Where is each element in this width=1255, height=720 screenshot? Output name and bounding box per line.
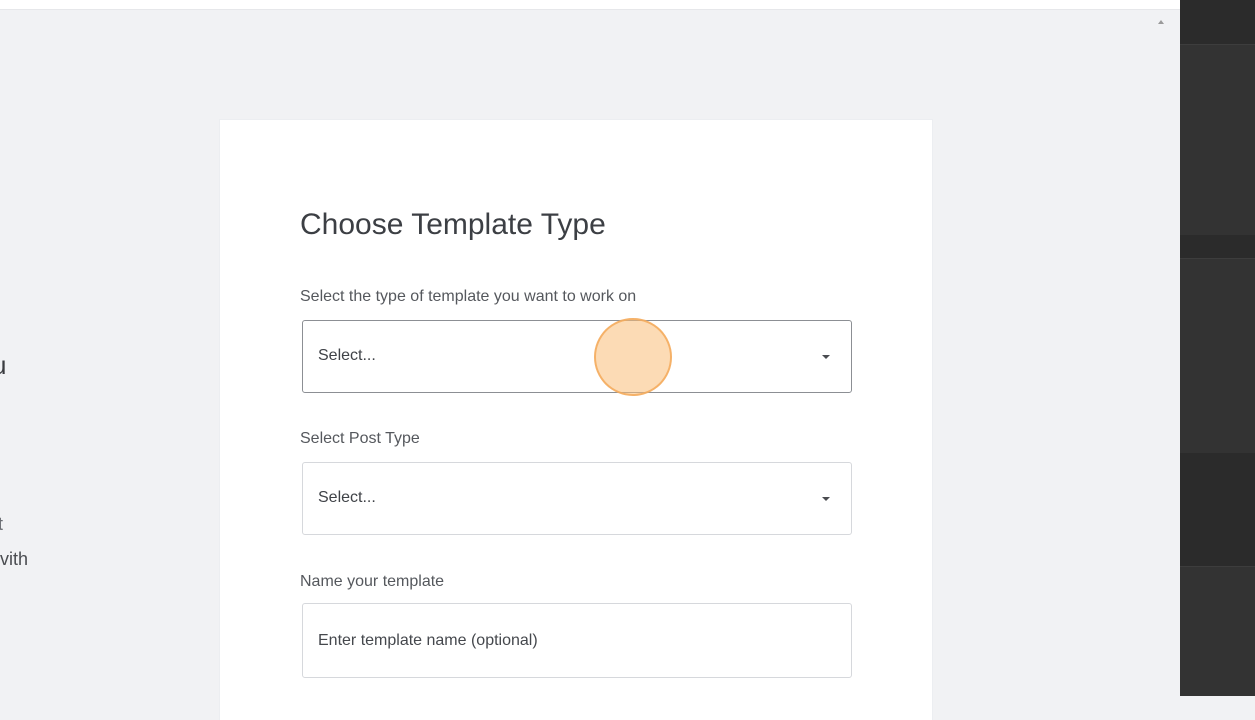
template-name-label: Name your template xyxy=(300,573,445,590)
post-type-select[interactable]: Select... xyxy=(302,462,852,535)
chevron-down-icon xyxy=(822,355,830,359)
template-name-input[interactable]: Enter template name (optional) xyxy=(302,603,852,678)
chevron-down-icon xyxy=(822,497,830,501)
background-heading-fragment: u xyxy=(0,350,6,381)
template-type-select[interactable]: Select... xyxy=(302,320,852,393)
top-bar xyxy=(0,0,1180,10)
background-text-fragment: t xyxy=(0,514,4,534)
template-name-placeholder: Enter template name (optional) xyxy=(318,632,538,649)
background-text-fragment: vith xyxy=(0,549,29,569)
scroll-up-icon[interactable] xyxy=(1158,20,1164,24)
post-type-selected-value: Select... xyxy=(318,489,376,506)
right-side-panel xyxy=(1180,0,1255,696)
choose-template-dialog: Choose Template Type Select the type of … xyxy=(220,120,932,720)
side-panel-section xyxy=(1180,258,1255,453)
dialog-title: Choose Template Type xyxy=(300,208,606,241)
template-type-label: Select the type of template you want to … xyxy=(300,288,637,305)
template-type-selected-value: Select... xyxy=(318,347,376,364)
side-panel-section xyxy=(1180,44,1255,235)
side-panel-section xyxy=(1180,566,1255,696)
post-type-label: Select Post Type xyxy=(300,430,420,447)
